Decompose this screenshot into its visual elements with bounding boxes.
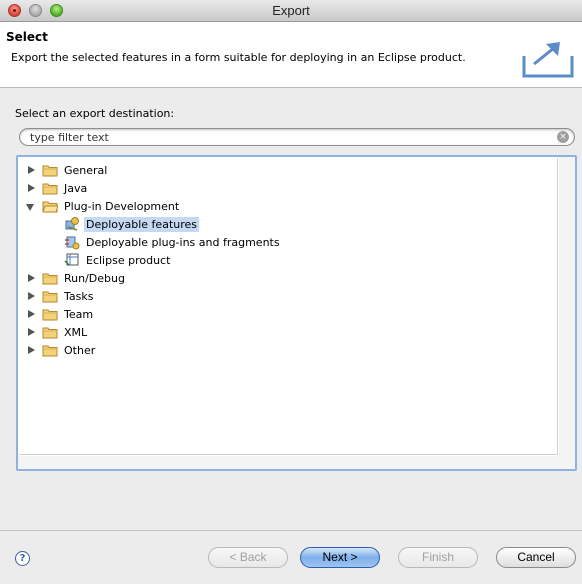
page-title: Select — [6, 30, 48, 44]
window-title: Export — [272, 3, 310, 18]
tree-item-label: Deployable plug-ins and fragments — [86, 235, 280, 249]
tree-item-deployable-plugins[interactable]: Deployable plug-ins and fragments — [64, 233, 282, 251]
expand-arrow-icon[interactable] — [26, 269, 36, 287]
tree-item-label: XML — [64, 325, 88, 339]
expand-arrow-icon[interactable] — [26, 287, 36, 305]
tree-item-run-debug[interactable]: Run/Debug — [26, 269, 127, 287]
folder-icon — [42, 273, 58, 284]
horizontal-scrollbar[interactable] — [18, 456, 575, 469]
clear-filter-icon[interactable]: × — [557, 131, 569, 143]
expand-arrow-icon[interactable] — [26, 341, 36, 359]
product-icon — [64, 253, 79, 266]
plugin-icon — [65, 236, 80, 250]
tree-item-eclipse-product[interactable]: Eclipse product — [64, 251, 172, 269]
tree-item-label: General — [64, 163, 108, 177]
tree-item-general[interactable]: General — [26, 161, 109, 179]
feature-icon — [65, 217, 79, 231]
destination-label: Select an export destination: — [15, 107, 175, 120]
folder-icon — [42, 183, 58, 194]
folder-icon — [42, 165, 58, 176]
tree-item-deployable-features[interactable]: Deployable features — [64, 215, 200, 233]
open-folder-icon — [42, 201, 58, 212]
tree-viewport: General Java Plug-in Development Deploya… — [19, 158, 558, 455]
page-description: Export the selected features in a form s… — [11, 51, 466, 64]
expand-arrow-icon[interactable] — [26, 161, 36, 179]
folder-icon — [42, 309, 58, 320]
filter-input[interactable] — [30, 130, 550, 144]
collapse-arrow-icon[interactable] — [26, 197, 36, 215]
tree-item-xml[interactable]: XML — [26, 323, 89, 341]
tree-item-label: Tasks — [64, 289, 94, 303]
button-bar-divider — [0, 530, 582, 531]
wizard-banner: Select Export the selected features in a… — [0, 22, 582, 88]
export-wizard-tree: General Java Plug-in Development Deploya… — [16, 155, 577, 471]
folder-icon — [42, 345, 58, 356]
vertical-scrollbar[interactable] — [559, 157, 575, 469]
cancel-button[interactable]: Cancel — [496, 547, 576, 568]
tree-item-label: Eclipse product — [86, 253, 171, 267]
tree-item-plugin-development[interactable]: Plug-in Development — [26, 197, 181, 215]
tree-item-label: Run/Debug — [64, 271, 125, 285]
tree-item-label: Deployable features — [84, 216, 200, 232]
tree-item-label: Team — [64, 307, 94, 321]
expand-arrow-icon[interactable] — [26, 179, 36, 197]
tree-item-other[interactable]: Other — [26, 341, 97, 359]
folder-icon — [42, 327, 58, 338]
next-button[interactable]: Next > — [300, 547, 380, 568]
finish-button[interactable]: Finish — [398, 547, 478, 568]
expand-arrow-icon[interactable] — [26, 323, 36, 341]
tree-item-tasks[interactable]: Tasks — [26, 287, 95, 305]
window-titlebar: Export — [0, 0, 582, 22]
tree-item-label: Plug-in Development — [64, 199, 180, 213]
tree-item-label: Other — [64, 343, 96, 357]
tree-item-label: Java — [64, 181, 88, 195]
tree-item-java[interactable]: Java — [26, 179, 89, 197]
export-wizard-icon — [522, 42, 574, 78]
tree-item-team[interactable]: Team — [26, 305, 95, 323]
help-icon[interactable]: ? — [15, 551, 30, 566]
folder-icon — [42, 291, 58, 302]
expand-arrow-icon[interactable] — [26, 305, 36, 323]
filter-field[interactable]: × — [19, 128, 575, 146]
back-button[interactable]: < Back — [208, 547, 288, 568]
